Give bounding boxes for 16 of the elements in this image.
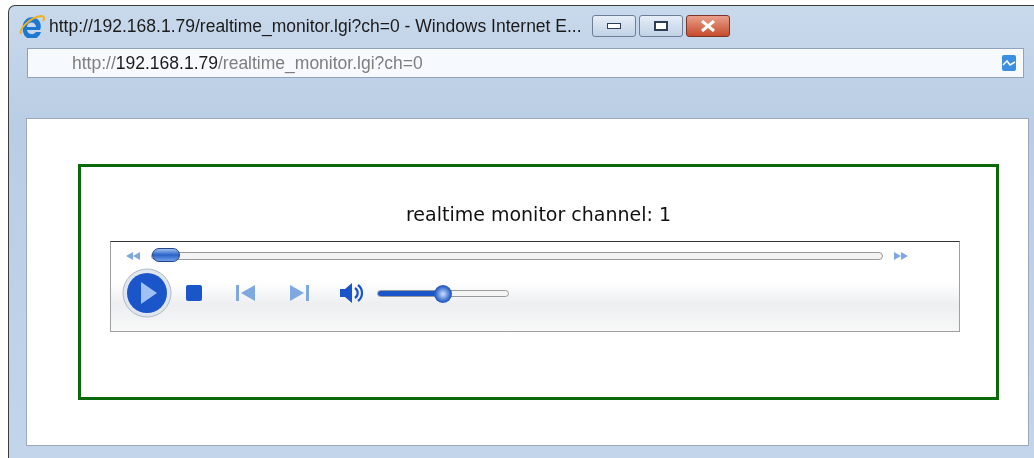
browser-logo-icon (19, 14, 45, 38)
address-bar[interactable]: http://192.168.1.79/realtime_monitor.lgi?ch=0 (27, 48, 1024, 78)
close-button[interactable] (685, 15, 730, 37)
monitor-heading: realtime monitor channel: 1 (405, 203, 672, 225)
volume-icon[interactable] (339, 282, 363, 304)
close-icon (699, 20, 716, 32)
minimize-icon (606, 23, 621, 29)
maximize-icon (653, 21, 668, 31)
maximize-button[interactable] (638, 15, 683, 37)
window-title: http://192.168.1.79/realtime_monitor.lgi?ch=0 - Windows Internet E... (49, 15, 582, 37)
volume-thumb[interactable] (434, 285, 452, 303)
address-url: http://192.168.1.79/realtime_monitor.lgi?ch=0 (72, 52, 423, 74)
minimize-button[interactable] (591, 15, 636, 37)
picture-icon (1001, 54, 1017, 72)
seek-thumb[interactable] (152, 248, 180, 262)
play-icon[interactable] (122, 268, 172, 318)
